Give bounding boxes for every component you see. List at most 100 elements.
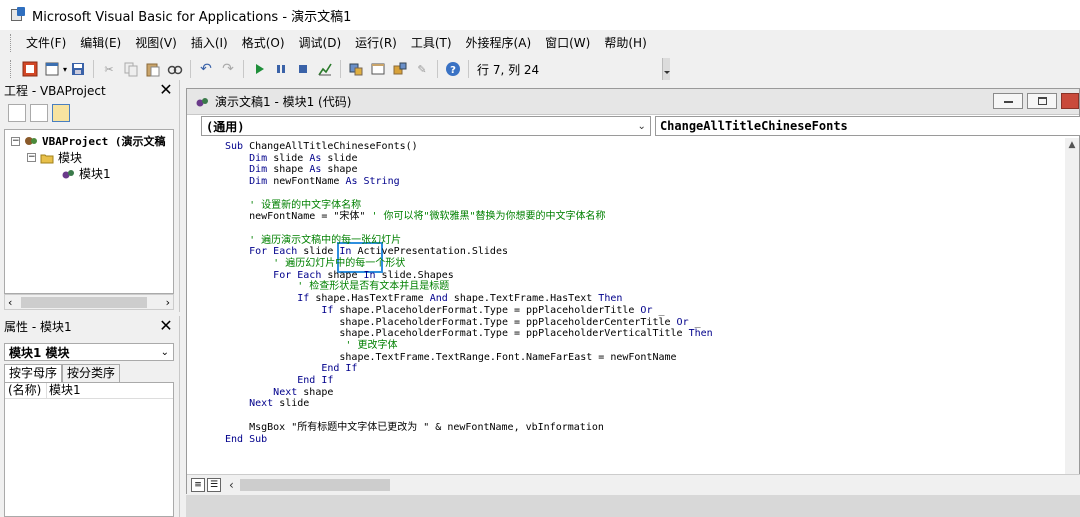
code-vscrollbar[interactable]: ▲ [1065, 138, 1079, 474]
code-comment: ' 设置新的中文字体名称 [225, 199, 362, 211]
insert-module-icon[interactable] [43, 60, 61, 78]
design-mode-icon[interactable] [316, 60, 334, 78]
tab-alphabetic[interactable]: 按字母序 [4, 364, 63, 382]
code-text: slide [273, 152, 310, 164]
code-line[interactable]: MsgBox "所有标题中文字体已更改为 " & newFontName, vb… [225, 422, 604, 434]
code-line[interactable]: Dim shape As shape [225, 164, 357, 176]
minimize-button[interactable] [993, 93, 1023, 109]
toggle-folders-icon[interactable] [52, 104, 70, 122]
hscroll-thumb[interactable] [239, 478, 390, 491]
code-line[interactable]: Next shape [225, 387, 333, 399]
menu-window[interactable]: 窗口(W) [538, 32, 597, 54]
close-icon[interactable]: ✕ [157, 81, 175, 99]
copy-icon[interactable] [122, 60, 140, 78]
code-line[interactable]: For Each shape In slide.Shapes [225, 270, 454, 282]
procedure-view-icon[interactable]: ≡ [191, 477, 205, 492]
scroll-left-icon[interactable]: ‹ [229, 478, 234, 492]
project-explorer-icon[interactable] [347, 60, 365, 78]
code-text: shape.PlaceholderFormat.Type = ppPlaceho… [225, 316, 677, 328]
paste-icon[interactable] [144, 60, 162, 78]
properties-title: 属性 - 模块1 [4, 319, 72, 334]
menu-format[interactable]: 格式(O) [235, 32, 292, 54]
close-icon[interactable]: ✕ [157, 317, 175, 335]
properties-window-icon[interactable] [369, 60, 387, 78]
tree-item-modules[interactable]: − 模块 [27, 149, 82, 166]
restore-button[interactable] [1027, 93, 1057, 109]
tree-item-module1[interactable]: 模块1 [61, 165, 111, 182]
code-line[interactable]: ' 检查形状是否有文本并且是标题 [225, 281, 449, 293]
menu-view[interactable]: 视图(V) [128, 32, 184, 54]
tab-categorized[interactable]: 按分类序 [62, 364, 121, 382]
menu-tools[interactable]: 工具(T) [404, 32, 459, 54]
code-line[interactable]: ' 遍历演示文稿中的每一张幻灯片 [225, 235, 401, 247]
code-text: newFontName [273, 176, 346, 188]
full-module-view-icon[interactable]: ☰ [207, 477, 221, 492]
project-explorer-tools [0, 100, 179, 126]
scroll-thumb[interactable] [21, 297, 147, 308]
scroll-right-icon[interactable]: › [166, 296, 170, 309]
code-line[interactable]: shape.TextFrame.TextRange.Font.NameFarEa… [225, 352, 676, 364]
find-icon[interactable] [166, 60, 184, 78]
code-line[interactable]: Sub ChangeAllTitleChineseFonts() [225, 141, 418, 153]
reset-icon[interactable] [294, 60, 312, 78]
redo-icon[interactable]: ↷ [219, 60, 237, 78]
toolbox-icon[interactable]: ✎ [413, 60, 431, 78]
close-button[interactable] [1061, 93, 1079, 109]
tree-item-vbaproject[interactable]: − VBAProject (演示文稿 [11, 133, 165, 149]
insert-dropdown-icon[interactable]: ▾ [63, 65, 67, 74]
window-title: Microsoft Visual Basic for Applications … [32, 9, 352, 25]
menu-run[interactable]: 运行(R) [348, 32, 404, 54]
code-line[interactable]: If shape.PlaceholderFormat.Type = ppPlac… [225, 305, 664, 317]
property-row[interactable]: (名称) 模块1 [5, 383, 173, 399]
run-icon[interactable] [250, 60, 268, 78]
code-line[interactable]: End If [225, 363, 357, 375]
collapse-icon[interactable]: − [11, 136, 20, 146]
code-line[interactable]: Dim slide As slide [225, 153, 357, 165]
code-text: shape.PlaceholderFormat.Type = ppPlaceho… [225, 328, 689, 340]
cut-icon[interactable]: ✂ [100, 60, 118, 78]
code-line[interactable]: ' 遍历幻灯片中的每一个形状 [225, 258, 405, 270]
code-line[interactable]: newFontName = "宋体" ' 你可以将"微软雅黑"替换为你想要的中文… [225, 211, 605, 223]
view-code-icon[interactable] [8, 104, 26, 122]
properties-window: 属性 - 模块1 ✕ 模块1 模块 ⌄ 按字母序 按分类序 (名称) 模块1 [0, 316, 180, 517]
object-browser-icon[interactable] [391, 60, 409, 78]
code-keyword: For Each [273, 269, 328, 281]
toolbar-options-icon[interactable] [662, 58, 670, 80]
code-keyword: End If [297, 375, 334, 386]
view-host-app-icon[interactable] [21, 60, 39, 78]
code-line[interactable]: ' 更改字体 [225, 340, 397, 352]
code-line[interactable]: ' 设置新的中文字体名称 [225, 200, 361, 212]
project-hscrollbar[interactable]: ‹ › [4, 294, 174, 310]
menu-edit[interactable]: 编辑(E) [73, 32, 128, 54]
scroll-up-icon[interactable]: ▲ [1065, 140, 1079, 150]
menu-insert[interactable]: 插入(I) [184, 32, 235, 54]
code-line[interactable]: Next slide [225, 398, 309, 410]
view-object-icon[interactable] [30, 104, 48, 122]
code-line[interactable]: Dim newFontName As String [225, 176, 400, 188]
property-value[interactable]: 模块1 [47, 383, 81, 398]
scroll-left-icon[interactable]: ‹ [8, 296, 12, 309]
code-line[interactable]: End If [225, 375, 333, 387]
save-icon[interactable] [69, 60, 87, 78]
code-line[interactable]: shape.PlaceholderFormat.Type = ppPlaceho… [225, 328, 712, 340]
break-icon[interactable] [272, 60, 290, 78]
collapse-icon[interactable]: − [27, 153, 36, 162]
menu-addins[interactable]: 外接程序(A) [459, 32, 539, 54]
code-line[interactable]: End Sub [225, 434, 267, 446]
object-dropdown[interactable]: (通用) ⌄ [201, 116, 651, 136]
object-select[interactable]: 模块1 模块 ⌄ [4, 343, 174, 361]
code-line[interactable]: shape.PlaceholderFormat.Type = ppPlaceho… [225, 316, 700, 329]
code-line[interactable]: If shape.HasTextFrame And shape.TextFram… [225, 293, 622, 305]
undo-icon[interactable]: ↶ [197, 60, 215, 78]
menu-debug[interactable]: 调试(D) [292, 32, 349, 54]
code-line[interactable]: For Each slide In ActivePresentation.Sli… [225, 246, 508, 258]
procedure-dropdown[interactable]: ChangeAllTitleChineseFonts [654, 116, 1080, 136]
properties-tabs: 按字母序 按分类序 [4, 364, 121, 382]
code-window-titlebar: 演示文稿1 - 模块1 (代码) [187, 89, 1079, 115]
help-icon[interactable]: ? [444, 60, 462, 78]
menu-help[interactable]: 帮助(H) [597, 32, 653, 54]
code-editor[interactable]: Sub ChangeAllTitleChineseFonts() Dim sli… [187, 138, 1067, 474]
toolbar-separator [93, 60, 95, 78]
menu-file[interactable]: 文件(F) [19, 32, 73, 54]
